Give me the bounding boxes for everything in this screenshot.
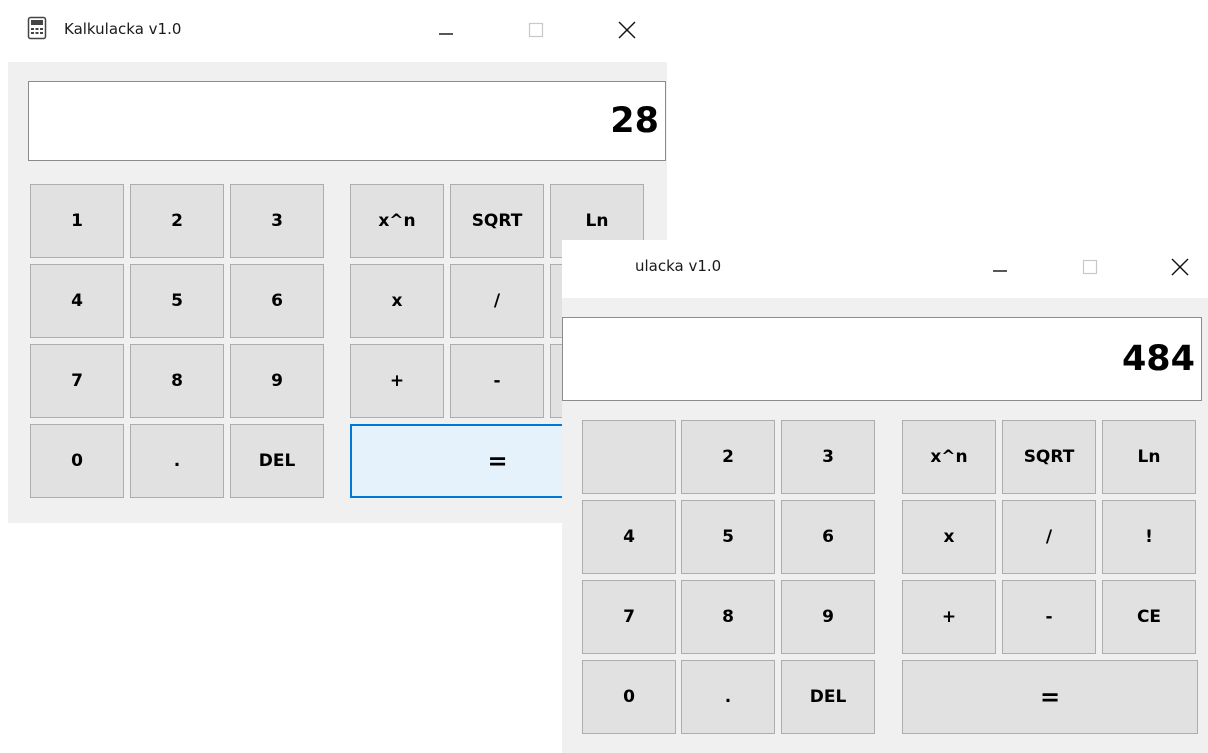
digit-7-button[interactable]: 7 (30, 344, 124, 418)
multiply-button[interactable]: x (350, 264, 444, 338)
title-bar[interactable]: Kalkulacka v1.0 (0, 0, 667, 60)
digit-3-button[interactable]: 3 (781, 420, 875, 494)
digit-5-button[interactable]: 5 (681, 500, 775, 574)
close-icon (618, 21, 636, 39)
digit-1-button[interactable] (582, 420, 676, 494)
digit-2-button[interactable]: 2 (681, 420, 775, 494)
calculator-body: 484 2 3 4 5 6 7 8 9 0 . DEL x^n SQRT Ln … (562, 298, 1208, 753)
divide-button[interactable]: / (1002, 500, 1096, 574)
digit-5-button[interactable]: 5 (130, 264, 224, 338)
power-button[interactable]: x^n (902, 420, 996, 494)
sqrt-button[interactable]: SQRT (1002, 420, 1096, 494)
result-display[interactable]: 484 (562, 317, 1202, 401)
add-button[interactable]: + (350, 344, 444, 418)
multiply-button[interactable]: x (902, 500, 996, 574)
minimize-icon (993, 270, 1007, 272)
digit-9-button[interactable]: 9 (781, 580, 875, 654)
digit-8-button[interactable]: 8 (130, 344, 224, 418)
digit-1-button[interactable]: 1 (30, 184, 124, 258)
maximize-icon (1082, 259, 1098, 275)
factorial-button[interactable]: ! (1102, 500, 1196, 574)
window-title: ulacka v1.0 (635, 257, 722, 275)
add-button[interactable]: + (902, 580, 996, 654)
subtract-button[interactable]: - (450, 344, 544, 418)
digit-6-button[interactable]: 6 (230, 264, 324, 338)
calculator-icon (27, 16, 47, 40)
result-display[interactable]: 28 (28, 81, 666, 161)
minimize-icon (439, 33, 453, 35)
sqrt-button[interactable]: SQRT (450, 184, 544, 258)
close-icon (1171, 258, 1189, 276)
calculator-window-2: ulacka v1.0 484 2 3 4 5 6 7 8 9 0 . DEL … (562, 240, 1208, 753)
digit-0-button[interactable]: 0 (30, 424, 124, 498)
maximize-button[interactable] (516, 15, 556, 45)
digit-9-button[interactable]: 9 (230, 344, 324, 418)
clear-entry-button[interactable]: CE (1102, 580, 1196, 654)
close-button[interactable] (607, 15, 647, 45)
subtract-button[interactable]: - (1002, 580, 1096, 654)
ln-button[interactable]: Ln (1102, 420, 1196, 494)
digit-0-button[interactable]: 0 (582, 660, 676, 734)
digit-7-button[interactable]: 7 (582, 580, 676, 654)
maximize-button[interactable] (1070, 252, 1110, 282)
digit-8-button[interactable]: 8 (681, 580, 775, 654)
maximize-icon (528, 22, 544, 38)
delete-button[interactable]: DEL (230, 424, 324, 498)
title-bar[interactable]: ulacka v1.0 (562, 240, 1208, 300)
divide-button[interactable]: / (450, 264, 544, 338)
digit-4-button[interactable]: 4 (582, 500, 676, 574)
decimal-point-button[interactable]: . (130, 424, 224, 498)
minimize-button[interactable] (426, 15, 466, 45)
delete-button[interactable]: DEL (781, 660, 875, 734)
minimize-button[interactable] (980, 252, 1020, 282)
power-button[interactable]: x^n (350, 184, 444, 258)
window-title: Kalkulacka v1.0 (64, 20, 182, 38)
decimal-point-button[interactable]: . (681, 660, 775, 734)
digit-4-button[interactable]: 4 (30, 264, 124, 338)
close-button[interactable] (1160, 252, 1200, 282)
equals-button[interactable]: = (902, 660, 1198, 734)
digit-2-button[interactable]: 2 (130, 184, 224, 258)
digit-6-button[interactable]: 6 (781, 500, 875, 574)
digit-3-button[interactable]: 3 (230, 184, 324, 258)
